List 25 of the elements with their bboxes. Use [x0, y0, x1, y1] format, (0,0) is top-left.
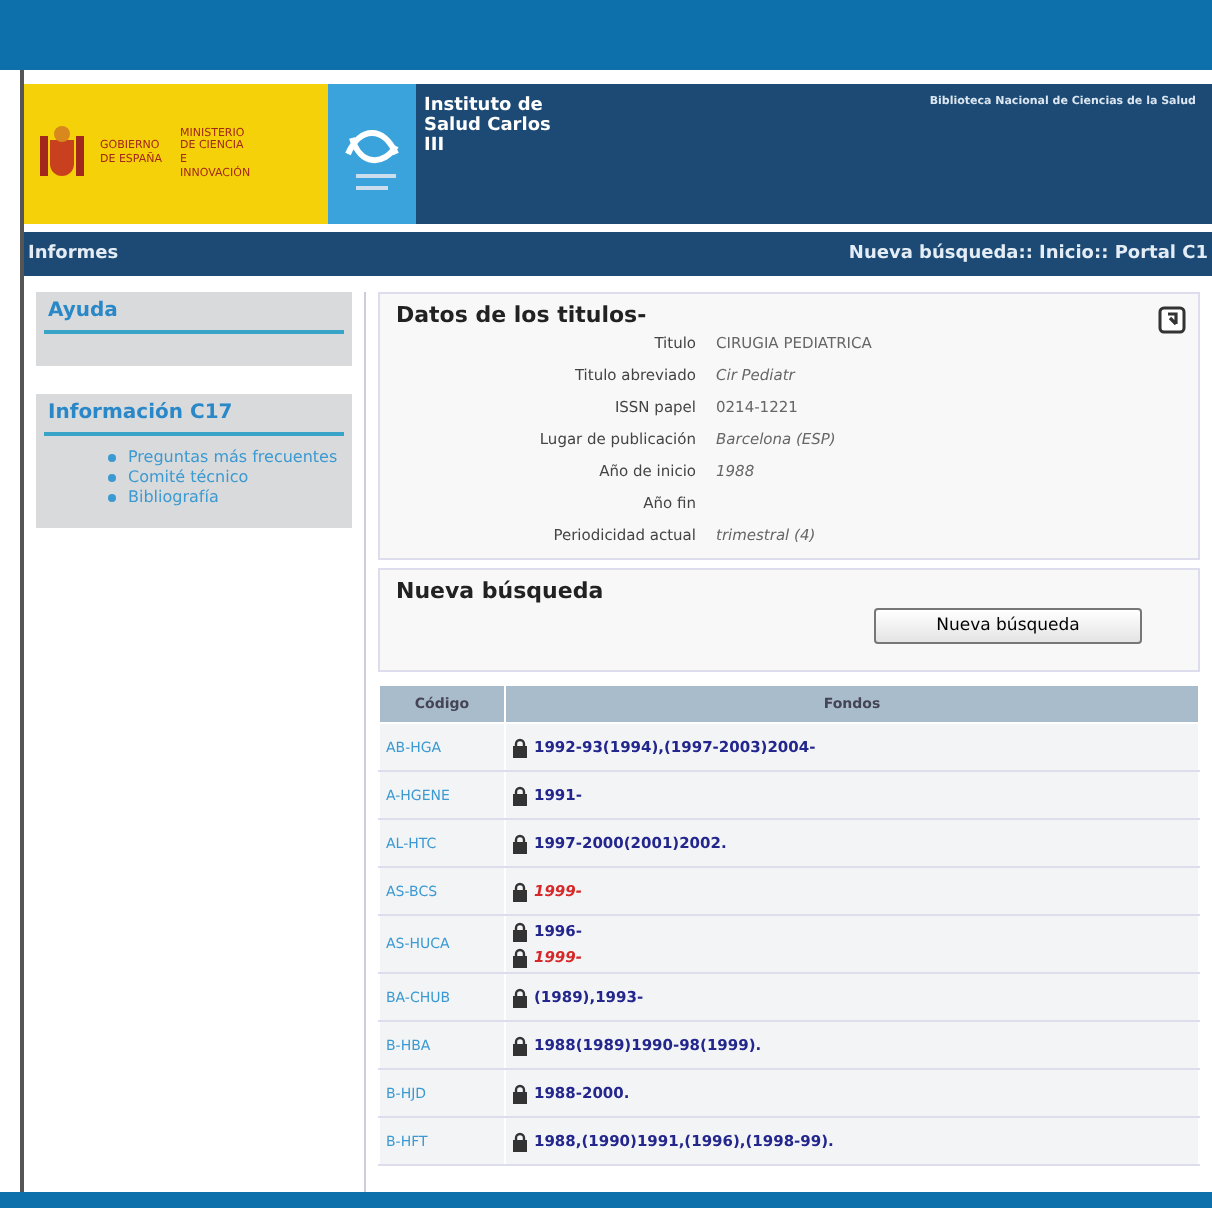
padlock-icon	[512, 1131, 528, 1151]
padlock-icon	[512, 881, 528, 901]
sidebar-link[interactable]: Comité técnico	[128, 468, 249, 488]
section-title: Informes	[28, 244, 119, 264]
padlock-icon	[512, 833, 528, 853]
padlock-icon	[512, 987, 528, 1007]
bullet-icon	[108, 494, 116, 502]
panel-title: Datos de los titulos-	[396, 302, 647, 328]
breadcrumb-links[interactable]: Nueva búsqueda:: Inicio:: Portal C1	[848, 244, 1208, 264]
export-icon[interactable]	[1158, 306, 1186, 334]
bullet-icon	[108, 474, 116, 482]
padlock-icon	[512, 947, 528, 967]
padlock-icon	[512, 785, 528, 805]
sidebar-link[interactable]: Preguntas más frecuentes	[128, 448, 338, 468]
padlock-icon	[512, 1035, 528, 1055]
sidebar-link[interactable]: Bibliografía	[128, 488, 219, 508]
padlock-icon	[512, 1083, 528, 1103]
padlock-icon	[512, 921, 528, 941]
sidebar-heading: Ayuda	[44, 300, 344, 334]
new-search-button[interactable]: Nueva búsqueda	[874, 608, 1142, 644]
panel-title: Nueva búsqueda	[396, 578, 604, 604]
padlock-icon	[512, 737, 528, 757]
sidebar-heading: Información C17	[44, 402, 344, 436]
bullet-icon	[108, 454, 116, 462]
institute-name: Instituto de Salud Carlos III	[422, 94, 553, 160]
